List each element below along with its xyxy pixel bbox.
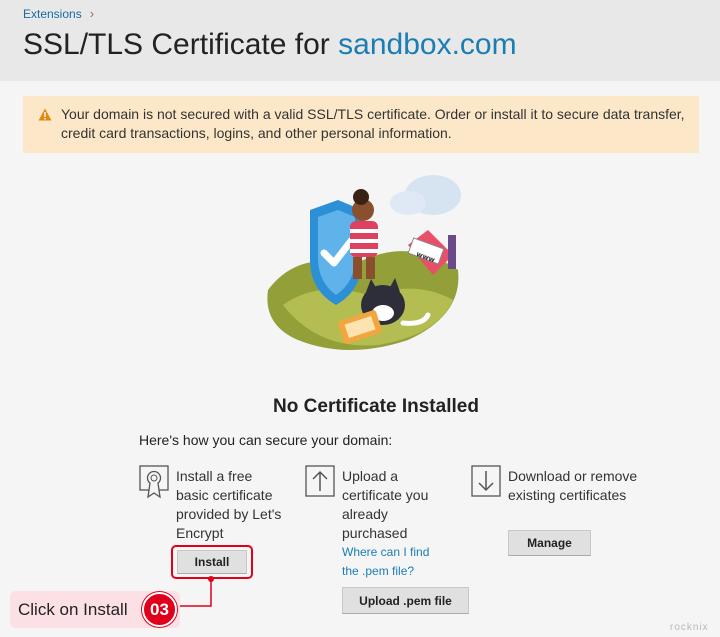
- step-number-badge: 03: [142, 592, 177, 627]
- annotation-label: Click on Install: [18, 600, 128, 619]
- watermark: rocknix: [670, 622, 709, 633]
- callout-connector: [177, 576, 214, 607]
